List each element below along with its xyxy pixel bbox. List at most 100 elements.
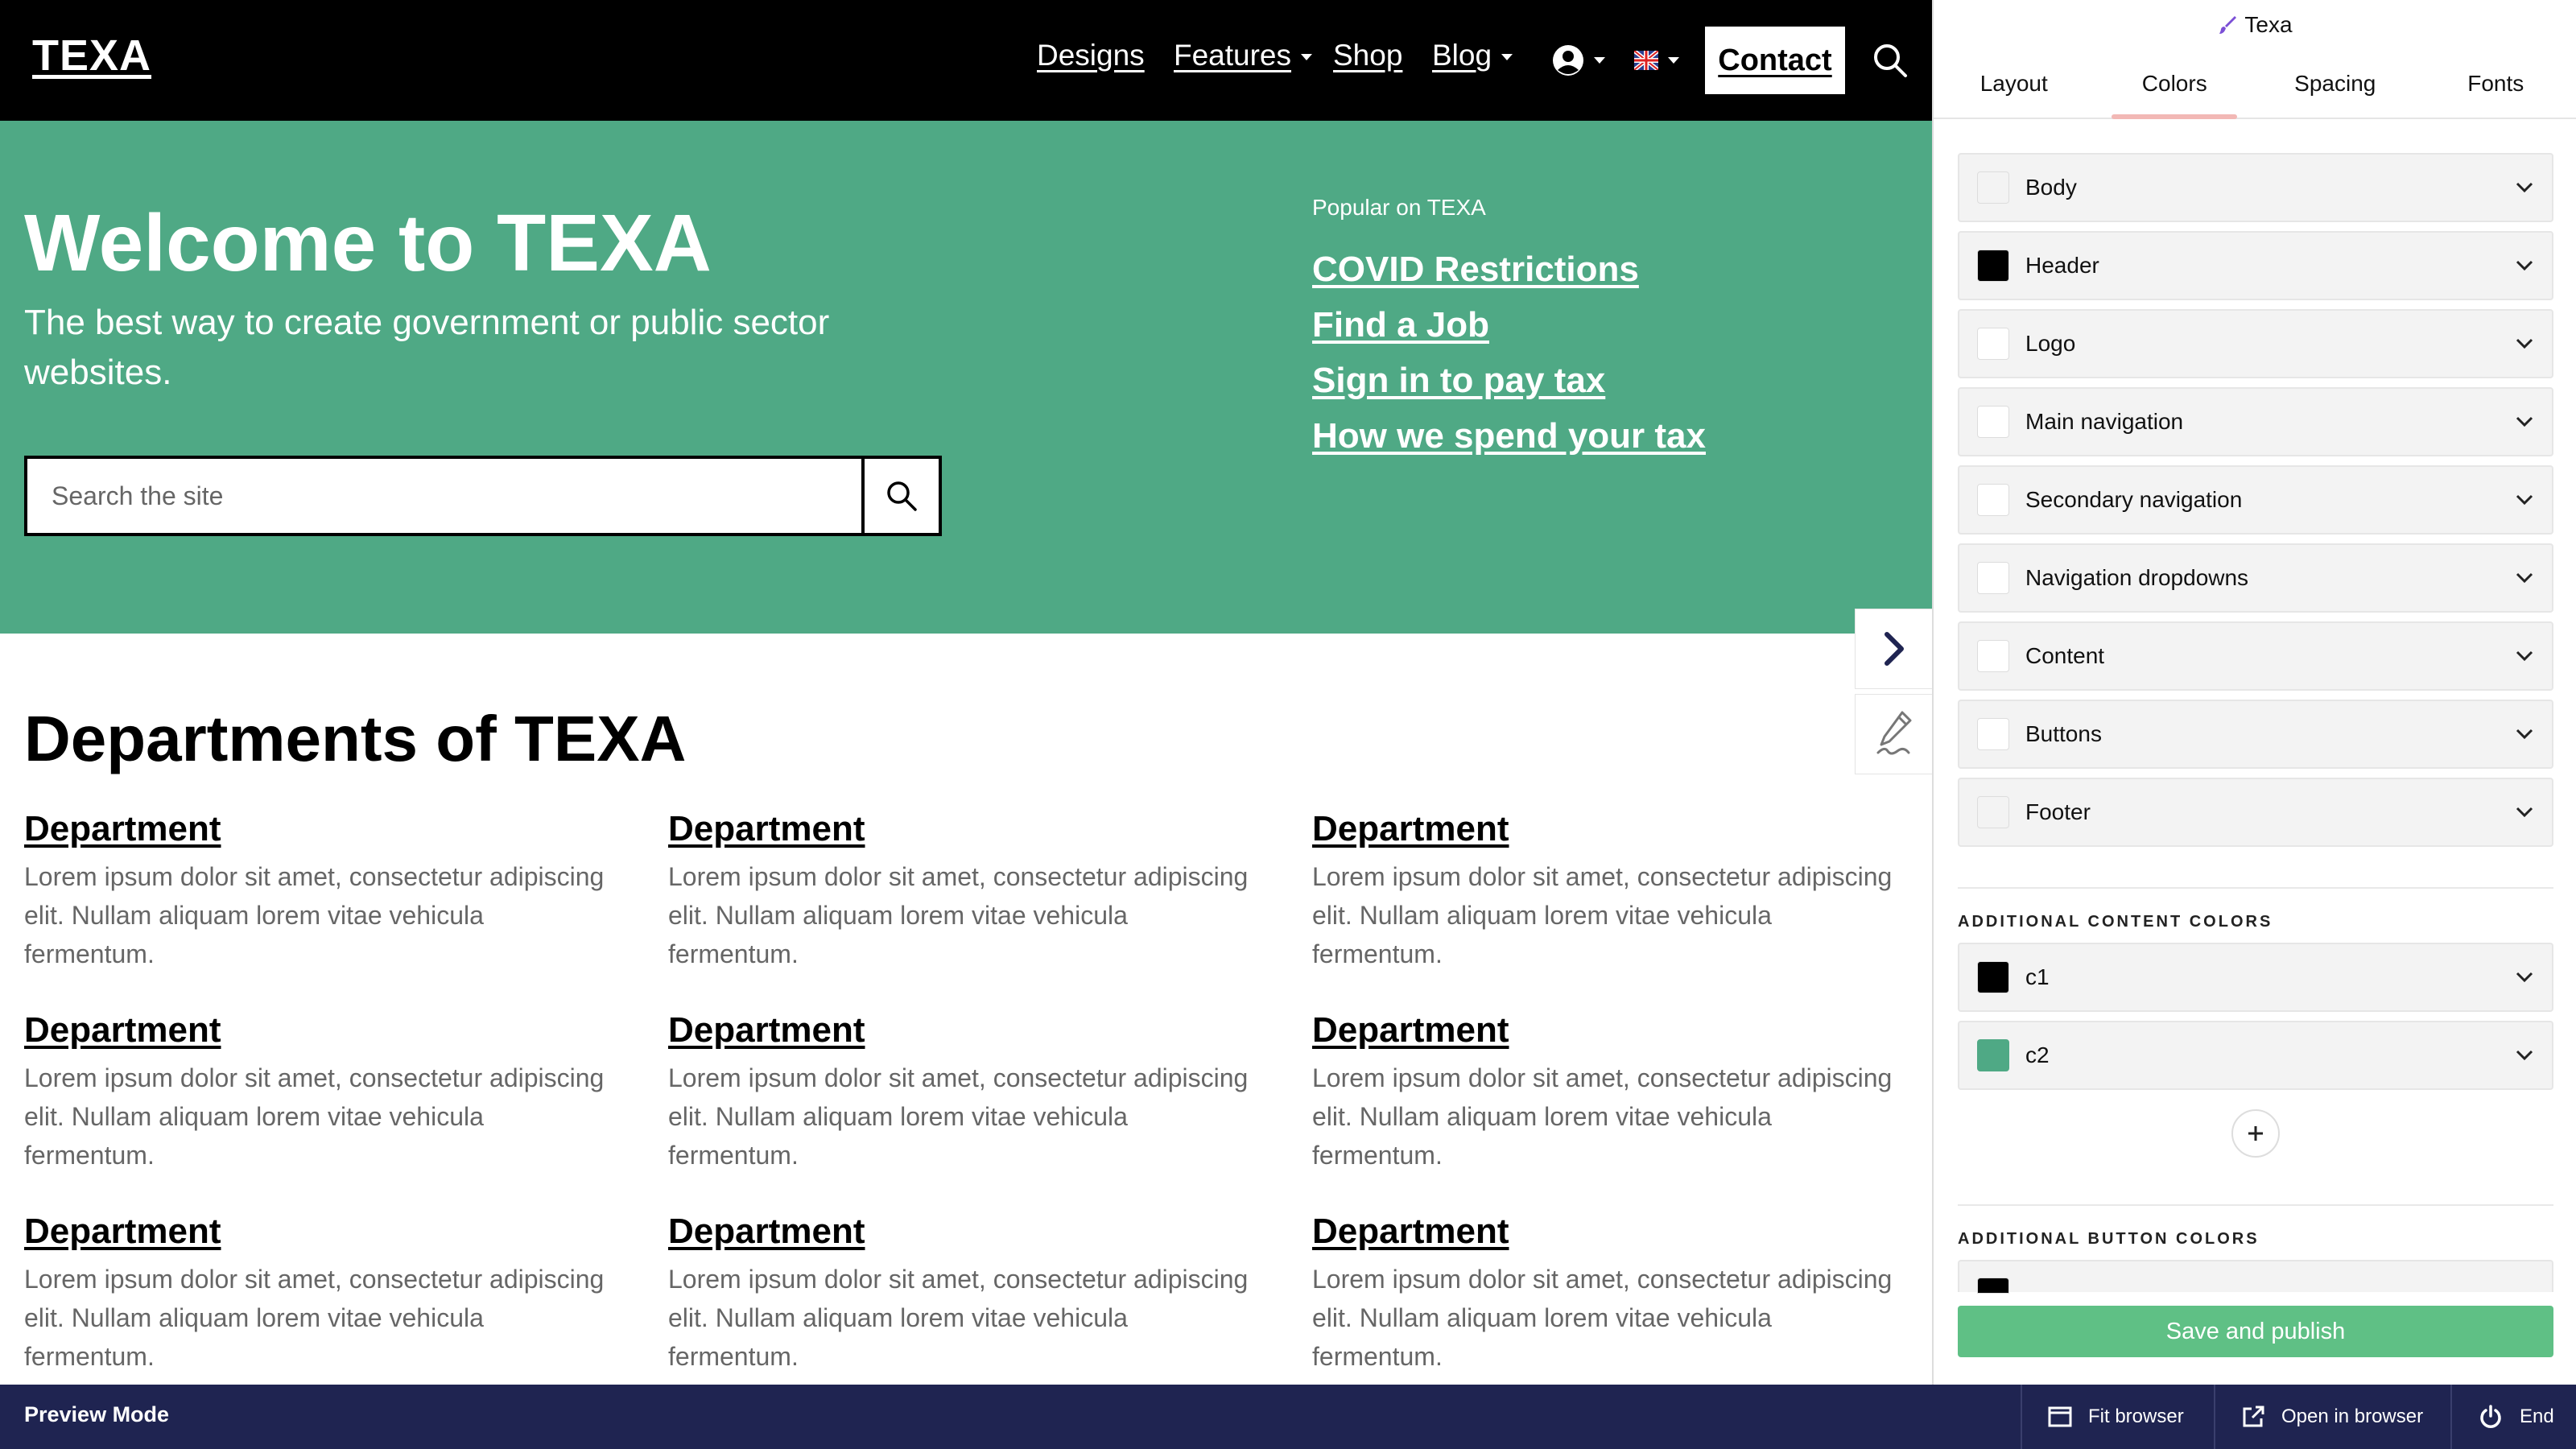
user-menu[interactable] bbox=[1552, 43, 1605, 77]
caret-down-icon bbox=[1501, 54, 1513, 61]
department-card: Department Lorem ipsum dolor sit amet, co… bbox=[24, 1010, 668, 1212]
divider bbox=[1958, 1204, 2553, 1206]
site-logo[interactable]: TEXA bbox=[32, 31, 151, 80]
color-group-c1[interactable]: c1 bbox=[1958, 943, 2553, 1012]
list-item: Find a Job bbox=[1312, 305, 1706, 361]
language-menu[interactable] bbox=[1634, 47, 1679, 74]
hero-title: Welcome to TEXA bbox=[24, 198, 712, 288]
tab-layout[interactable]: Layout bbox=[1934, 50, 2095, 118]
color-swatch bbox=[1977, 406, 2009, 438]
color-group-secondary-navigation[interactable]: Secondary navigation bbox=[1958, 465, 2553, 535]
color-group-navigation-dropdowns[interactable]: Navigation dropdowns bbox=[1958, 543, 2553, 613]
departments-title: Departments of TEXA bbox=[24, 703, 687, 774]
site-header: TEXA Designs Features Shop Blog Contact bbox=[0, 0, 1932, 121]
department-description: Lorem ipsum dolor sit amet, consectetur … bbox=[24, 862, 605, 968]
panel-title: Texa bbox=[2244, 12, 2293, 37]
color-group-button-color[interactable] bbox=[1958, 1260, 2553, 1294]
chevron-down-icon bbox=[2516, 972, 2533, 983]
end-preview-button[interactable]: End bbox=[2450, 1385, 2576, 1449]
department-link[interactable]: Department bbox=[668, 1010, 1312, 1051]
panel-footer: Save and publish bbox=[1934, 1299, 2576, 1385]
department-link[interactable]: Department bbox=[1312, 1010, 1932, 1051]
color-group-label: c2 bbox=[2025, 1042, 2050, 1067]
additional-content-colors-heading: ADDITIONAL CONTENT COLORS bbox=[1958, 913, 2273, 931]
contact-button[interactable]: Contact bbox=[1705, 27, 1845, 94]
tab-spacing[interactable]: Spacing bbox=[2255, 50, 2416, 118]
header-search-button[interactable] bbox=[1872, 42, 1909, 79]
color-group-logo[interactable]: Logo bbox=[1958, 309, 2553, 378]
color-group-header[interactable]: Header bbox=[1958, 231, 2553, 300]
department-link[interactable]: Department bbox=[24, 1010, 668, 1051]
popular-link[interactable]: How we spend your tax bbox=[1312, 416, 1706, 456]
nav-shop[interactable]: Shop bbox=[1333, 39, 1402, 72]
department-link[interactable]: Department bbox=[668, 1212, 1312, 1252]
open-in-browser-button[interactable]: Open in browser bbox=[2214, 1385, 2450, 1449]
external-link-icon bbox=[2243, 1406, 2264, 1427]
caret-down-icon bbox=[1301, 54, 1313, 61]
pen-signature-icon bbox=[1876, 711, 1911, 755]
nav-features[interactable]: Features bbox=[1174, 39, 1313, 72]
department-description: Lorem ipsum dolor sit amet, consectetur … bbox=[668, 1265, 1249, 1371]
power-icon bbox=[2480, 1405, 2501, 1428]
fit-browser-button[interactable]: Fit browser bbox=[2021, 1385, 2214, 1449]
colors-settings: Body Header Logo Main navigation Seconda… bbox=[1958, 153, 2553, 1294]
chevron-down-icon bbox=[2516, 182, 2533, 193]
popular-link[interactable]: Find a Job bbox=[1312, 305, 1489, 345]
tab-fonts[interactable]: Fonts bbox=[2416, 50, 2576, 118]
search-icon bbox=[887, 481, 917, 511]
color-group-c2[interactable]: c2 bbox=[1958, 1021, 2553, 1090]
color-group-buttons[interactable]: Buttons bbox=[1958, 700, 2553, 769]
save-and-publish-button[interactable]: Save and publish bbox=[1958, 1306, 2553, 1357]
search-input[interactable] bbox=[27, 459, 861, 533]
color-swatch bbox=[1977, 640, 2009, 672]
departments-grid: Department Lorem ipsum dolor sit amet, co… bbox=[24, 809, 1932, 1385]
color-swatch bbox=[1977, 171, 2009, 204]
window-icon bbox=[2048, 1406, 2072, 1427]
end-label: End bbox=[2520, 1406, 2554, 1427]
list-item: How we spend your tax bbox=[1312, 416, 1706, 472]
color-swatch bbox=[1977, 250, 2009, 282]
chevron-right-icon bbox=[1884, 632, 1904, 666]
department-link[interactable]: Department bbox=[668, 809, 1312, 849]
site-preview: TEXA Designs Features Shop Blog Contact … bbox=[0, 0, 1932, 1385]
nav-blog[interactable]: Blog bbox=[1432, 39, 1513, 72]
popular-link[interactable]: Sign in to pay tax bbox=[1312, 361, 1605, 400]
color-group-label: Header bbox=[2025, 253, 2099, 278]
department-link[interactable]: Department bbox=[24, 1212, 668, 1252]
user-circle-icon bbox=[1553, 45, 1583, 76]
department-description: Lorem ipsum dolor sit amet, consectetur … bbox=[668, 862, 1249, 968]
color-group-label: Secondary navigation bbox=[2025, 487, 2243, 512]
color-group-footer[interactable]: Footer bbox=[1958, 778, 2553, 847]
popular-link[interactable]: COVID Restrictions bbox=[1312, 250, 1639, 289]
plus-icon bbox=[2248, 1126, 2263, 1141]
list-item: Sign in to pay tax bbox=[1312, 361, 1706, 416]
chevron-down-icon bbox=[2516, 338, 2533, 349]
department-card: Department Lorem ipsum dolor sit amet, co… bbox=[1312, 809, 1932, 1010]
color-group-content[interactable]: Content bbox=[1958, 621, 2553, 691]
caret-down-icon bbox=[1594, 57, 1605, 64]
nav-features-label: Features bbox=[1174, 39, 1292, 72]
popular-heading: Popular on TEXA bbox=[1312, 195, 1486, 220]
add-color-button[interactable] bbox=[2231, 1109, 2280, 1158]
collapse-panel-button[interactable] bbox=[1855, 609, 1932, 689]
chevron-down-icon bbox=[2516, 807, 2533, 818]
color-group-body[interactable]: Body bbox=[1958, 153, 2553, 222]
department-link[interactable]: Department bbox=[1312, 809, 1932, 849]
tab-colors[interactable]: Colors bbox=[2095, 50, 2256, 118]
department-card: Department Lorem ipsum dolor sit amet, co… bbox=[668, 809, 1312, 1010]
department-card: Department Lorem ipsum dolor sit amet, co… bbox=[1312, 1212, 1932, 1385]
preview-bar: Preview Mode Fit browser Open in browser… bbox=[0, 1385, 2576, 1449]
nav-designs[interactable]: Designs bbox=[1037, 39, 1145, 72]
color-group-main-navigation[interactable]: Main navigation bbox=[1958, 387, 2553, 456]
edit-button[interactable] bbox=[1855, 694, 1932, 774]
chevron-down-icon bbox=[2516, 260, 2533, 271]
color-group-label: Main navigation bbox=[2025, 409, 2184, 434]
color-swatch bbox=[1977, 961, 2009, 993]
additional-button-colors-heading: ADDITIONAL BUTTON COLORS bbox=[1958, 1230, 2260, 1248]
color-group-label: c1 bbox=[2025, 964, 2050, 989]
search-button[interactable] bbox=[861, 459, 939, 533]
panel-tabs: Layout Colors Spacing Fonts bbox=[1934, 50, 2576, 119]
department-link[interactable]: Department bbox=[24, 809, 668, 849]
department-link[interactable]: Department bbox=[1312, 1212, 1932, 1252]
color-swatch bbox=[1977, 1039, 2009, 1071]
